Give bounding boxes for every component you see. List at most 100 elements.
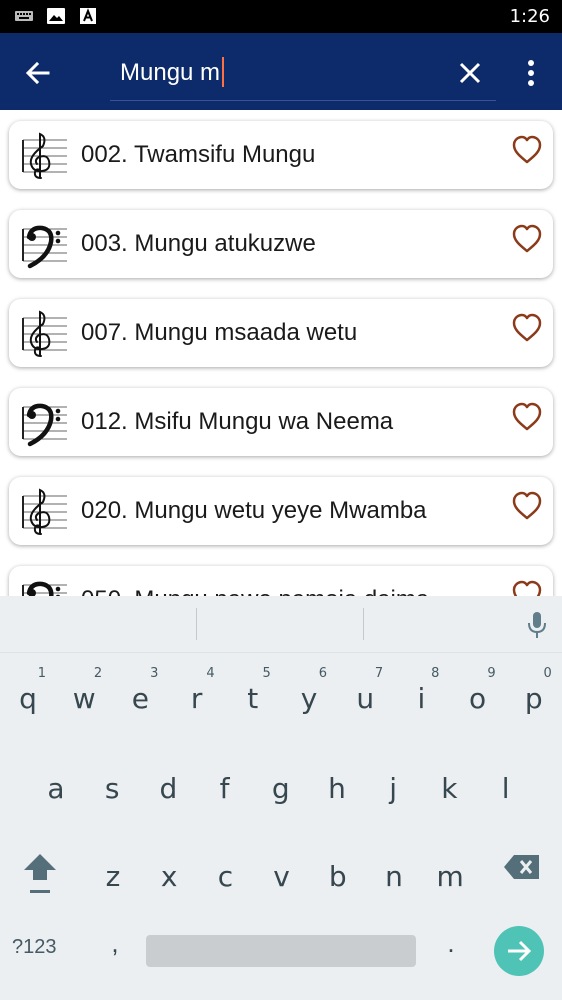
- key-hint: 7: [374, 666, 384, 681]
- key-label: l: [501, 772, 510, 805]
- key-u[interactable]: u7: [337, 658, 393, 728]
- key-m[interactable]: m: [422, 836, 478, 906]
- bass-clef-icon: [22, 581, 67, 596]
- more-vert-icon[interactable]: [518, 55, 544, 91]
- key-j[interactable]: j: [365, 748, 421, 818]
- shift-icon[interactable]: [20, 848, 60, 896]
- bass-clef-icon: [22, 403, 67, 447]
- heart-outline-icon[interactable]: [511, 580, 543, 596]
- key-label: r: [190, 682, 203, 715]
- key-k[interactable]: k: [421, 748, 477, 818]
- song-card[interactable]: 020. Mungu wetu yeye Mwamba: [9, 477, 553, 545]
- key-f[interactable]: f: [197, 748, 253, 818]
- key-s[interactable]: s: [84, 748, 140, 818]
- search-input[interactable]: [120, 55, 450, 91]
- key-z[interactable]: z: [85, 836, 141, 906]
- key-x[interactable]: x: [141, 836, 197, 906]
- key-a[interactable]: a: [28, 748, 84, 818]
- key-n[interactable]: n: [366, 836, 422, 906]
- heart-outline-icon[interactable]: [511, 135, 543, 165]
- space-key[interactable]: [146, 935, 416, 967]
- key-i[interactable]: i8: [393, 658, 449, 728]
- song-card[interactable]: 050. Mungu nawe pamoja daima: [9, 566, 553, 596]
- key-t[interactable]: t5: [225, 658, 281, 728]
- song-card[interactable]: 012. Msifu Mungu wa Neema: [9, 388, 553, 456]
- key-label: g: [271, 772, 290, 805]
- key-label: n: [385, 860, 403, 893]
- key-label: e: [131, 682, 149, 715]
- close-icon[interactable]: [452, 55, 488, 91]
- key-label: t: [247, 682, 259, 715]
- song-title: 050. Mungu nawe pamoja daima: [81, 586, 429, 596]
- key-label: v: [273, 860, 290, 893]
- comma-key[interactable]: ,: [100, 928, 130, 959]
- song-title: 007. Mungu msaada wetu: [81, 319, 358, 346]
- key-label: s: [104, 772, 120, 805]
- heart-outline-icon[interactable]: [511, 313, 543, 343]
- arrow-back-icon[interactable]: [20, 55, 56, 91]
- key-label: i: [417, 682, 426, 715]
- keyboard-icon: [15, 11, 33, 21]
- suggestion-strip: [0, 596, 562, 653]
- key-label: y: [300, 682, 318, 715]
- key-hint: 8: [431, 666, 440, 681]
- enter-key[interactable]: [494, 926, 544, 976]
- key-w[interactable]: w2: [56, 658, 112, 728]
- search-field[interactable]: [110, 49, 496, 101]
- key-label: k: [441, 772, 458, 805]
- text-caret: [222, 57, 225, 87]
- key-l[interactable]: l: [478, 748, 534, 818]
- key-label: z: [105, 860, 121, 893]
- key-label: w: [72, 682, 96, 715]
- symbols-key[interactable]: ?123: [12, 936, 72, 959]
- key-v[interactable]: v: [254, 836, 310, 906]
- key-hint: 9: [487, 666, 496, 681]
- key-label: d: [159, 772, 178, 805]
- key-q[interactable]: q1: [0, 658, 56, 728]
- key-label: x: [160, 860, 178, 893]
- heart-outline-icon[interactable]: [511, 491, 543, 521]
- key-label: m: [436, 860, 464, 893]
- key-hint: 1: [37, 666, 46, 681]
- app-bar: [0, 33, 562, 110]
- arrow-forward-icon: [508, 940, 532, 962]
- suggestion-divider: [196, 608, 197, 640]
- key-label: f: [219, 772, 230, 805]
- bass-clef-icon: [22, 225, 67, 269]
- key-o[interactable]: o9: [450, 658, 506, 728]
- mic-icon[interactable]: [524, 610, 550, 640]
- key-y[interactable]: y6: [281, 658, 337, 728]
- key-hint: 2: [93, 666, 103, 681]
- key-g[interactable]: g: [253, 748, 309, 818]
- font-icon: [80, 8, 96, 24]
- key-d[interactable]: d: [140, 748, 196, 818]
- treble-clef-icon: [22, 310, 67, 357]
- song-title: 020. Mungu wetu yeye Mwamba: [81, 497, 427, 524]
- key-h[interactable]: h: [309, 748, 365, 818]
- song-title: 003. Mungu atukuzwe: [81, 230, 316, 257]
- key-r[interactable]: r4: [169, 658, 225, 728]
- key-e[interactable]: e3: [112, 658, 168, 728]
- song-card[interactable]: 007. Mungu msaada wetu: [9, 299, 553, 367]
- key-hint: 4: [206, 666, 215, 681]
- key-label: o: [469, 682, 487, 715]
- heart-outline-icon[interactable]: [511, 402, 543, 432]
- key-label: j: [389, 772, 398, 805]
- heart-outline-icon[interactable]: [511, 224, 543, 254]
- image-icon: [47, 8, 65, 24]
- key-hint: 0: [543, 666, 552, 681]
- song-card[interactable]: 002. Twamsifu Mungu: [9, 121, 553, 189]
- key-label: b: [328, 860, 347, 893]
- key-b[interactable]: b: [310, 836, 366, 906]
- backspace-icon[interactable]: [502, 852, 542, 882]
- key-c[interactable]: c: [197, 836, 253, 906]
- treble-clef-icon: [22, 488, 67, 535]
- song-card[interactable]: 003. Mungu atukuzwe: [9, 210, 553, 278]
- status-bar: 1:26: [0, 0, 562, 33]
- key-label: h: [328, 772, 346, 805]
- key-p[interactable]: p0: [506, 658, 562, 728]
- clock: 1:26: [509, 6, 550, 27]
- key-label: q: [19, 682, 37, 715]
- period-key[interactable]: .: [436, 928, 466, 959]
- song-title: 012. Msifu Mungu wa Neema: [81, 408, 394, 435]
